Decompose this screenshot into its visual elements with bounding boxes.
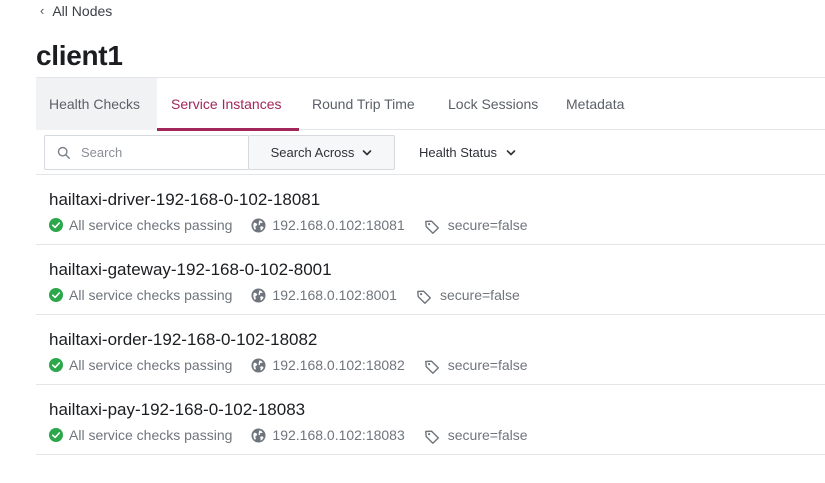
globe-icon xyxy=(251,217,266,233)
service-instance-row[interactable]: hailtaxi-driver-192-168-0-102-18081 All … xyxy=(36,175,825,245)
service-instance-name: hailtaxi-order-192-168-0-102-18082 xyxy=(49,330,318,349)
tab-service-instances[interactable]: Service Instances xyxy=(157,78,299,131)
service-address: 192.168.0.102:8001 xyxy=(272,287,397,303)
globe-icon xyxy=(251,357,266,373)
health-status-text: All service checks passing xyxy=(69,427,233,443)
tab-bar: Health Checks Service Instances Round Tr… xyxy=(36,77,825,131)
health-status-dropdown[interactable]: Health Status xyxy=(419,135,516,170)
service-instance-row[interactable]: hailtaxi-gateway-192-168-0-102-8001 All … xyxy=(36,245,825,315)
tab-lock-sessions[interactable]: Lock Sessions xyxy=(435,78,553,130)
service-instance-name: hailtaxi-pay-192-168-0-102-18083 xyxy=(49,400,306,419)
globe-icon xyxy=(251,427,266,443)
health-status-text: All service checks passing xyxy=(69,287,233,303)
tab-round-trip-time[interactable]: Round Trip Time xyxy=(299,78,435,130)
service-address: 192.168.0.102:18082 xyxy=(272,357,405,373)
tab-metadata[interactable]: Metadata xyxy=(553,78,673,130)
service-instance-row[interactable]: hailtaxi-pay-192-168-0-102-18083 All ser… xyxy=(36,385,825,455)
chevron-left-icon: ‹ xyxy=(40,2,45,18)
tab-health-checks[interactable]: Health Checks xyxy=(36,78,157,130)
service-instance-meta: All service checks passing 192.168.0.102… xyxy=(49,426,528,444)
search-box[interactable] xyxy=(44,135,249,170)
health-status-text: All service checks passing xyxy=(69,357,233,373)
service-instance-list: hailtaxi-driver-192-168-0-102-18081 All … xyxy=(36,175,825,455)
service-instance-meta: All service checks passing 192.168.0.102… xyxy=(49,286,520,304)
back-to-all-nodes-link[interactable]: ‹ All Nodes xyxy=(40,2,113,20)
filter-bar: Search Across Health Status xyxy=(36,131,825,175)
service-tag: secure=false xyxy=(439,287,520,303)
service-tag: secure=false xyxy=(447,427,528,443)
globe-icon xyxy=(251,287,266,303)
back-link-label: All Nodes xyxy=(52,3,113,19)
check-circle-icon xyxy=(49,288,63,302)
check-circle-icon xyxy=(49,358,63,372)
health-status-label: Health Status xyxy=(419,145,498,160)
page-title: client1 xyxy=(36,40,123,71)
service-instance-name: hailtaxi-driver-192-168-0-102-18081 xyxy=(49,190,321,209)
service-instance-meta: All service checks passing 192.168.0.102… xyxy=(49,216,528,234)
search-input[interactable] xyxy=(81,145,241,160)
service-address: 192.168.0.102:18081 xyxy=(272,217,405,233)
search-icon xyxy=(57,146,70,159)
service-instance-meta: All service checks passing 192.168.0.102… xyxy=(49,356,528,374)
chevron-down-icon xyxy=(362,148,372,158)
check-circle-icon xyxy=(49,218,63,232)
health-status-text: All service checks passing xyxy=(69,217,233,233)
tag-icon xyxy=(424,360,439,374)
service-tag: secure=false xyxy=(447,357,528,373)
tag-icon xyxy=(417,290,431,304)
search-across-dropdown[interactable]: Search Across xyxy=(248,135,395,170)
search-across-label: Search Across xyxy=(270,145,355,160)
chevron-down-icon xyxy=(506,148,516,158)
tag-icon xyxy=(424,430,439,444)
tag-icon xyxy=(424,220,439,234)
service-tag: secure=false xyxy=(447,217,528,233)
service-instance-name: hailtaxi-gateway-192-168-0-102-8001 xyxy=(49,260,332,279)
check-circle-icon xyxy=(49,428,63,442)
service-instance-row[interactable]: hailtaxi-order-192-168-0-102-18082 All s… xyxy=(36,315,825,385)
service-address: 192.168.0.102:18083 xyxy=(272,427,405,443)
